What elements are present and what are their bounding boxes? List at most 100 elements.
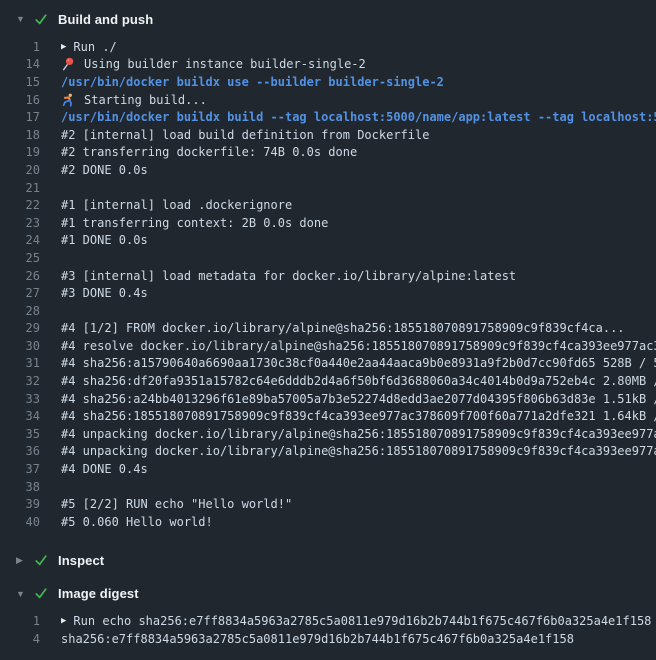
line-number[interactable]: 34 (0, 409, 40, 423)
play-icon[interactable]: ▶ (61, 616, 66, 626)
line-number[interactable]: 32 (0, 374, 40, 388)
line-content: #4 unpacking docker.io/library/alpine@sh… (61, 427, 656, 441)
line-content: Starting build... (61, 93, 207, 107)
section-title: Inspect (58, 553, 104, 568)
log-line: 33 #4 sha256:a24bb4013296f61e89ba57005a7… (0, 390, 656, 408)
line-number[interactable]: 36 (0, 444, 40, 458)
play-icon[interactable]: ▶ (61, 42, 66, 52)
line-number[interactable]: 18 (0, 128, 40, 142)
check-icon (34, 13, 56, 26)
log-line: 4 sha256:e7ff8834a5963a2785c5a0811e979d1… (0, 630, 656, 648)
line-number[interactable]: 20 (0, 163, 40, 177)
runner-icon (61, 93, 76, 107)
log-line: 27 #3 DONE 0.4s (0, 284, 656, 302)
log-line: 28 (0, 302, 656, 320)
log-line: 36 #4 unpacking docker.io/library/alpine… (0, 443, 656, 461)
line-content: #1 transferring context: 2B 0.0s done (61, 216, 328, 230)
log-line: 22 #1 [internal] load .dockerignore (0, 196, 656, 214)
line-content: #1 DONE 0.0s (61, 233, 148, 247)
line-text: #2 [internal] load build definition from… (61, 128, 429, 142)
line-content: ▶ Run ./ (61, 40, 117, 54)
line-number[interactable]: 1 (0, 40, 40, 54)
line-content: /usr/bin/docker buildx build --tag local… (61, 110, 656, 124)
log-line: 1 ▶Run echo sha256:e7ff8834a5963a2785c5a… (0, 613, 656, 631)
line-text: #1 DONE 0.0s (61, 233, 148, 247)
line-number[interactable]: 38 (0, 480, 40, 494)
line-number[interactable]: 27 (0, 286, 40, 300)
line-number[interactable]: 25 (0, 251, 40, 265)
chevron-down-icon: ▼ (16, 14, 34, 24)
line-text: #5 0.060 Hello world! (61, 515, 213, 529)
line-number[interactable]: 15 (0, 75, 40, 89)
line-number[interactable]: 40 (0, 515, 40, 529)
line-content: sha256:e7ff8834a5963a2785c5a0811e979d16b… (61, 632, 574, 646)
log-line: 35 #4 unpacking docker.io/library/alpine… (0, 425, 656, 443)
pushpin-icon (61, 57, 76, 71)
log-line: 18 #2 [internal] load build definition f… (0, 126, 656, 144)
log-line: 26 #3 [internal] load metadata for docke… (0, 267, 656, 285)
line-content: #4 sha256:df20fa9351a15782c64e6dddb2d4a6… (61, 374, 656, 388)
line-number[interactable]: 26 (0, 269, 40, 283)
check-icon (34, 587, 56, 600)
line-number[interactable]: 35 (0, 427, 40, 441)
section-header[interactable]: ▼ Image digest (0, 579, 656, 609)
section-title: Image digest (58, 586, 139, 601)
line-text: Starting build... (84, 93, 207, 107)
section-log-lines: 1 ▶Run echo sha256:e7ff8834a5963a2785c5a… (0, 609, 656, 660)
line-number[interactable]: 17 (0, 110, 40, 124)
line-text: #1 [internal] load .dockerignore (61, 198, 292, 212)
section-header[interactable]: ▼ Build and push (0, 4, 656, 34)
line-text: Run ./ (73, 40, 116, 54)
line-content: #4 DONE 0.4s (61, 462, 148, 476)
line-text: #4 sha256:a24bb4013296f61e89ba57005a7b3e… (61, 392, 656, 406)
line-content: ▶Run echo sha256:e7ff8834a5963a2785c5a08… (61, 614, 651, 628)
line-number[interactable]: 21 (0, 181, 40, 195)
section-title: Build and push (58, 12, 153, 27)
line-content: #4 sha256:a24bb4013296f61e89ba57005a7b3e… (61, 392, 656, 406)
log-line: 32 #4 sha256:df20fa9351a15782c64e6dddb2d… (0, 372, 656, 390)
line-content: #2 [internal] load build definition from… (61, 128, 429, 142)
line-number[interactable]: 33 (0, 392, 40, 406)
line-content: #5 [2/2] RUN echo "Hello world!" (61, 497, 292, 511)
line-number[interactable]: 23 (0, 216, 40, 230)
log-line: 23 #1 transferring context: 2B 0.0s done (0, 214, 656, 232)
log-line: 31 #4 sha256:a15790640a6690aa1730c38cf0a… (0, 355, 656, 373)
section-header[interactable]: ▶ Inspect (0, 546, 656, 576)
line-content: /usr/bin/docker buildx use --builder bui… (61, 75, 444, 89)
line-number[interactable]: 22 (0, 198, 40, 212)
log-line: 17 /usr/bin/docker buildx build --tag lo… (0, 108, 656, 126)
log-line: 24 #1 DONE 0.0s (0, 232, 656, 250)
line-text: #4 DONE 0.4s (61, 462, 148, 476)
line-content: #5 0.060 Hello world! (61, 515, 213, 529)
line-content: Using builder instance builder-single-2 (61, 57, 366, 71)
line-number[interactable]: 4 (0, 632, 40, 646)
line-content: #4 sha256:185518070891758909c9f839cf4ca3… (61, 409, 656, 423)
line-content: #4 unpacking docker.io/library/alpine@sh… (61, 444, 656, 458)
line-number[interactable]: 19 (0, 145, 40, 159)
line-number[interactable]: 14 (0, 57, 40, 71)
line-number[interactable]: 24 (0, 233, 40, 247)
check-icon (34, 554, 56, 567)
line-content: #1 [internal] load .dockerignore (61, 198, 292, 212)
line-text: #4 unpacking docker.io/library/alpine@sh… (61, 427, 656, 441)
line-text: #2 DONE 0.0s (61, 163, 148, 177)
line-number[interactable]: 16 (0, 93, 40, 107)
line-number[interactable]: 31 (0, 356, 40, 370)
actions-log-viewer[interactable]: ▼ Build and push 1 ▶Run ./ 14 Using buil… (0, 4, 656, 660)
line-number[interactable]: 37 (0, 462, 40, 476)
line-text: /usr/bin/docker buildx use --builder bui… (61, 75, 444, 89)
line-number[interactable]: 28 (0, 304, 40, 318)
line-text: #4 resolve docker.io/library/alpine@sha2… (61, 339, 656, 353)
line-content: #4 sha256:a15790640a6690aa1730c38cf0a440… (61, 356, 656, 370)
line-number[interactable]: 39 (0, 497, 40, 511)
line-number[interactable]: 29 (0, 321, 40, 335)
line-text: #5 [2/2] RUN echo "Hello world!" (61, 497, 292, 511)
log-line: 39 #5 [2/2] RUN echo "Hello world!" (0, 495, 656, 513)
line-number[interactable]: 30 (0, 339, 40, 353)
line-text: #4 [1/2] FROM docker.io/library/alpine@s… (61, 321, 625, 335)
line-number[interactable]: 1 (0, 614, 40, 628)
line-content: #4 [1/2] FROM docker.io/library/alpine@s… (61, 321, 625, 335)
line-text: #2 transferring dockerfile: 74B 0.0s don… (61, 145, 357, 159)
log-section: ▶ Inspect (0, 546, 656, 576)
chevron-right-icon: ▶ (16, 555, 34, 566)
